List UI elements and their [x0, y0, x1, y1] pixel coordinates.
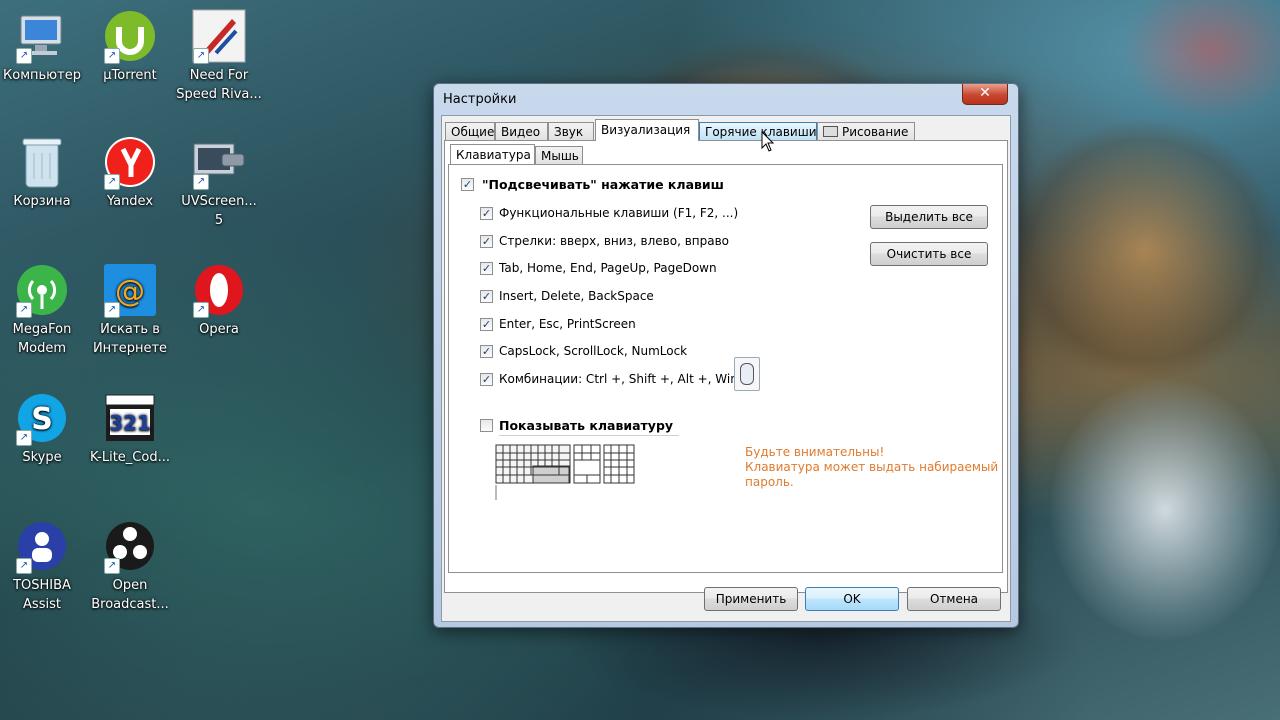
edit-keys-checkbox[interactable]: ✓	[480, 290, 493, 303]
shortcut-arrow-icon: ↗	[104, 302, 120, 318]
shortcut-arrow-icon: ↗	[16, 558, 32, 574]
enter-esc-checkbox[interactable]: ✓	[480, 318, 493, 331]
desktop-icon-recycle-bin[interactable]: Корзина	[0, 134, 85, 211]
desktop-icon-uvscreen[interactable]: ↗ UVScreen... 5	[176, 134, 262, 230]
desktop-icon-skype[interactable]: S ↗ Skype	[0, 390, 85, 467]
desktop-icon-label: K-Lite_Cod...	[90, 450, 170, 465]
opera-icon: ↗	[191, 262, 247, 318]
obs-icon: ↗	[102, 518, 158, 574]
uvscreen-icon: ↗	[191, 134, 247, 190]
shortcut-arrow-icon: ↗	[16, 48, 32, 64]
desktop-icon-label: Компьютер	[3, 68, 81, 83]
warning-line-1: Будьте внимательны!	[745, 445, 885, 459]
lock-keys-checkbox[interactable]: ✓	[480, 345, 493, 358]
warning-line-2: Клавиатура может выдать набираемый	[745, 460, 999, 474]
combinations-label: Комбинации: Ctrl +, Shift +, Alt +, Win …	[499, 372, 752, 386]
combinations-checkbox[interactable]: ✓	[480, 373, 493, 386]
clear-all-button[interactable]: Очистить все	[870, 242, 988, 266]
klite-icon: 321	[102, 390, 158, 446]
shortcut-arrow-icon: ↗	[16, 302, 32, 318]
skype-icon: S ↗	[14, 390, 70, 446]
warning-text: Будьте внимательны! Клавиатура может выд…	[745, 445, 998, 490]
svg-text:S: S	[31, 402, 53, 437]
shortcut-arrow-icon: ↗	[104, 174, 120, 190]
desktop-icon-klite[interactable]: 321 K-Lite_Cod...	[87, 390, 173, 467]
desktop-icon-label: Yandex	[106, 194, 154, 209]
navigation-keys-label: Tab, Home, End, PageUp, PageDown	[499, 261, 717, 275]
function-keys-label: Функциональные клавиши (F1, F2, ...)	[499, 206, 739, 220]
mouse-icon	[734, 357, 760, 391]
desktop-icon-nfs[interactable]: ↗ Need For Speed Riva...	[176, 8, 262, 104]
desktop-icon-computer[interactable]: ↗ Компьютер	[0, 8, 85, 85]
function-keys-checkbox[interactable]: ✓	[480, 207, 493, 220]
shortcut-arrow-icon: ↗	[193, 174, 209, 190]
shortcut-arrow-icon: ↗	[104, 558, 120, 574]
desktop-icon-utorrent[interactable]: ↗ µTorrent	[87, 8, 173, 85]
desktop-icon-label: Корзина	[13, 194, 71, 209]
tab-visualization[interactable]: Визуализация	[595, 119, 699, 141]
arrow-keys-checkbox[interactable]: ✓	[480, 235, 493, 248]
warning-line-3: пароль.	[745, 475, 794, 489]
visualization-pane: Клавиатура Мышь ✓ "Подсвечивать" нажатие…	[444, 140, 1008, 593]
tab-drawing[interactable]: Рисование	[817, 122, 915, 140]
desktop-icon-label: Need For Speed Riva...	[176, 68, 262, 102]
lock-keys-label: CapsLock, ScrollLock, NumLock	[499, 344, 688, 358]
desktop-icon-megafon[interactable]: ↗ MegaFon Modem	[0, 262, 85, 358]
show-keyboard-checkbox[interactable]	[480, 419, 493, 432]
settings-dialog: Настройки ✕ Общие Видео Звук Визуализаци…	[433, 83, 1019, 628]
highlight-keys-checkbox[interactable]: ✓	[461, 178, 474, 191]
svg-text:321: 321	[109, 411, 151, 435]
desktop-icon-obs[interactable]: ↗ Open Broadcast...	[87, 518, 173, 614]
show-keyboard-underline	[499, 435, 679, 436]
tab-drawing-label: Рисование	[842, 125, 909, 139]
apply-button[interactable]: Применить	[704, 587, 798, 611]
megafon-icon: ↗	[14, 262, 70, 318]
toshiba-icon: ↗	[14, 518, 70, 574]
tab-hotkeys[interactable]: Горячие клавиши	[699, 122, 817, 140]
desktop-icon-mail-search[interactable]: @ ↗ Искать в Интернете	[87, 262, 173, 358]
drawing-tab-icon	[823, 126, 838, 137]
desktop-icon-label: µTorrent	[103, 68, 157, 83]
computer-icon: ↗	[14, 8, 70, 64]
desktop-icon-label: TOSHIBA Assist	[13, 578, 71, 612]
recycle-bin-icon	[14, 134, 70, 190]
mail-search-icon: @ ↗	[102, 262, 158, 318]
highlight-keys-label: "Подсвечивать" нажатие клавиш	[482, 177, 724, 192]
close-button[interactable]: ✕	[962, 84, 1008, 105]
utorrent-icon: ↗	[102, 8, 158, 64]
arrow-keys-label: Стрелки: вверх, вниз, влево, вправо	[499, 234, 730, 248]
show-keyboard-label: Показывать клавиатуру	[499, 418, 674, 433]
keyboard-subpane: ✓ "Подсвечивать" нажатие клавиш ✓ Функци…	[448, 164, 1003, 573]
yandex-icon: ↗	[102, 134, 158, 190]
select-all-button[interactable]: Выделить все	[870, 205, 988, 229]
desktop-icon-label: UVScreen... 5	[181, 194, 257, 228]
ok-button[interactable]: OK	[805, 587, 899, 611]
subtab-keyboard[interactable]: Клавиатура	[450, 144, 535, 164]
shortcut-arrow-icon: ↗	[16, 430, 32, 446]
desktop-icon-label: Open Broadcast...	[91, 578, 169, 612]
desktop-icon-yandex[interactable]: ↗ Yandex	[87, 134, 173, 211]
tab-general[interactable]: Общие	[445, 122, 495, 140]
subtab-mouse[interactable]: Мышь	[535, 146, 583, 164]
shortcut-arrow-icon: ↗	[193, 48, 209, 64]
cancel-button[interactable]: Отмена	[907, 587, 1001, 611]
keyboard-preview-icon	[495, 444, 637, 506]
navigation-keys-checkbox[interactable]: ✓	[480, 262, 493, 275]
dialog-title: Настройки	[443, 92, 517, 107]
desktop-icon-label: Opera	[199, 322, 239, 337]
edit-keys-label: Insert, Delete, BackSpace	[499, 289, 654, 303]
desktop-icon-label: Искать в Интернете	[92, 322, 168, 356]
desktop-icon-toshiba[interactable]: ↗ TOSHIBA Assist	[0, 518, 85, 614]
nfs-icon: ↗	[191, 8, 247, 64]
desktop-icon-opera[interactable]: ↗ Opera	[176, 262, 262, 339]
shortcut-arrow-icon: ↗	[193, 302, 209, 318]
shortcut-arrow-icon: ↗	[104, 48, 120, 64]
desktop-icon-label: Skype	[22, 450, 62, 465]
tab-sound[interactable]: Звук	[548, 122, 594, 140]
enter-esc-label: Enter, Esc, PrintScreen	[499, 317, 636, 331]
desktop-icon-label: MegaFon Modem	[12, 322, 72, 356]
dialog-client-area: Общие Видео Звук Визуализация Горячие кл…	[441, 115, 1011, 622]
tab-video[interactable]: Видео	[495, 122, 548, 140]
